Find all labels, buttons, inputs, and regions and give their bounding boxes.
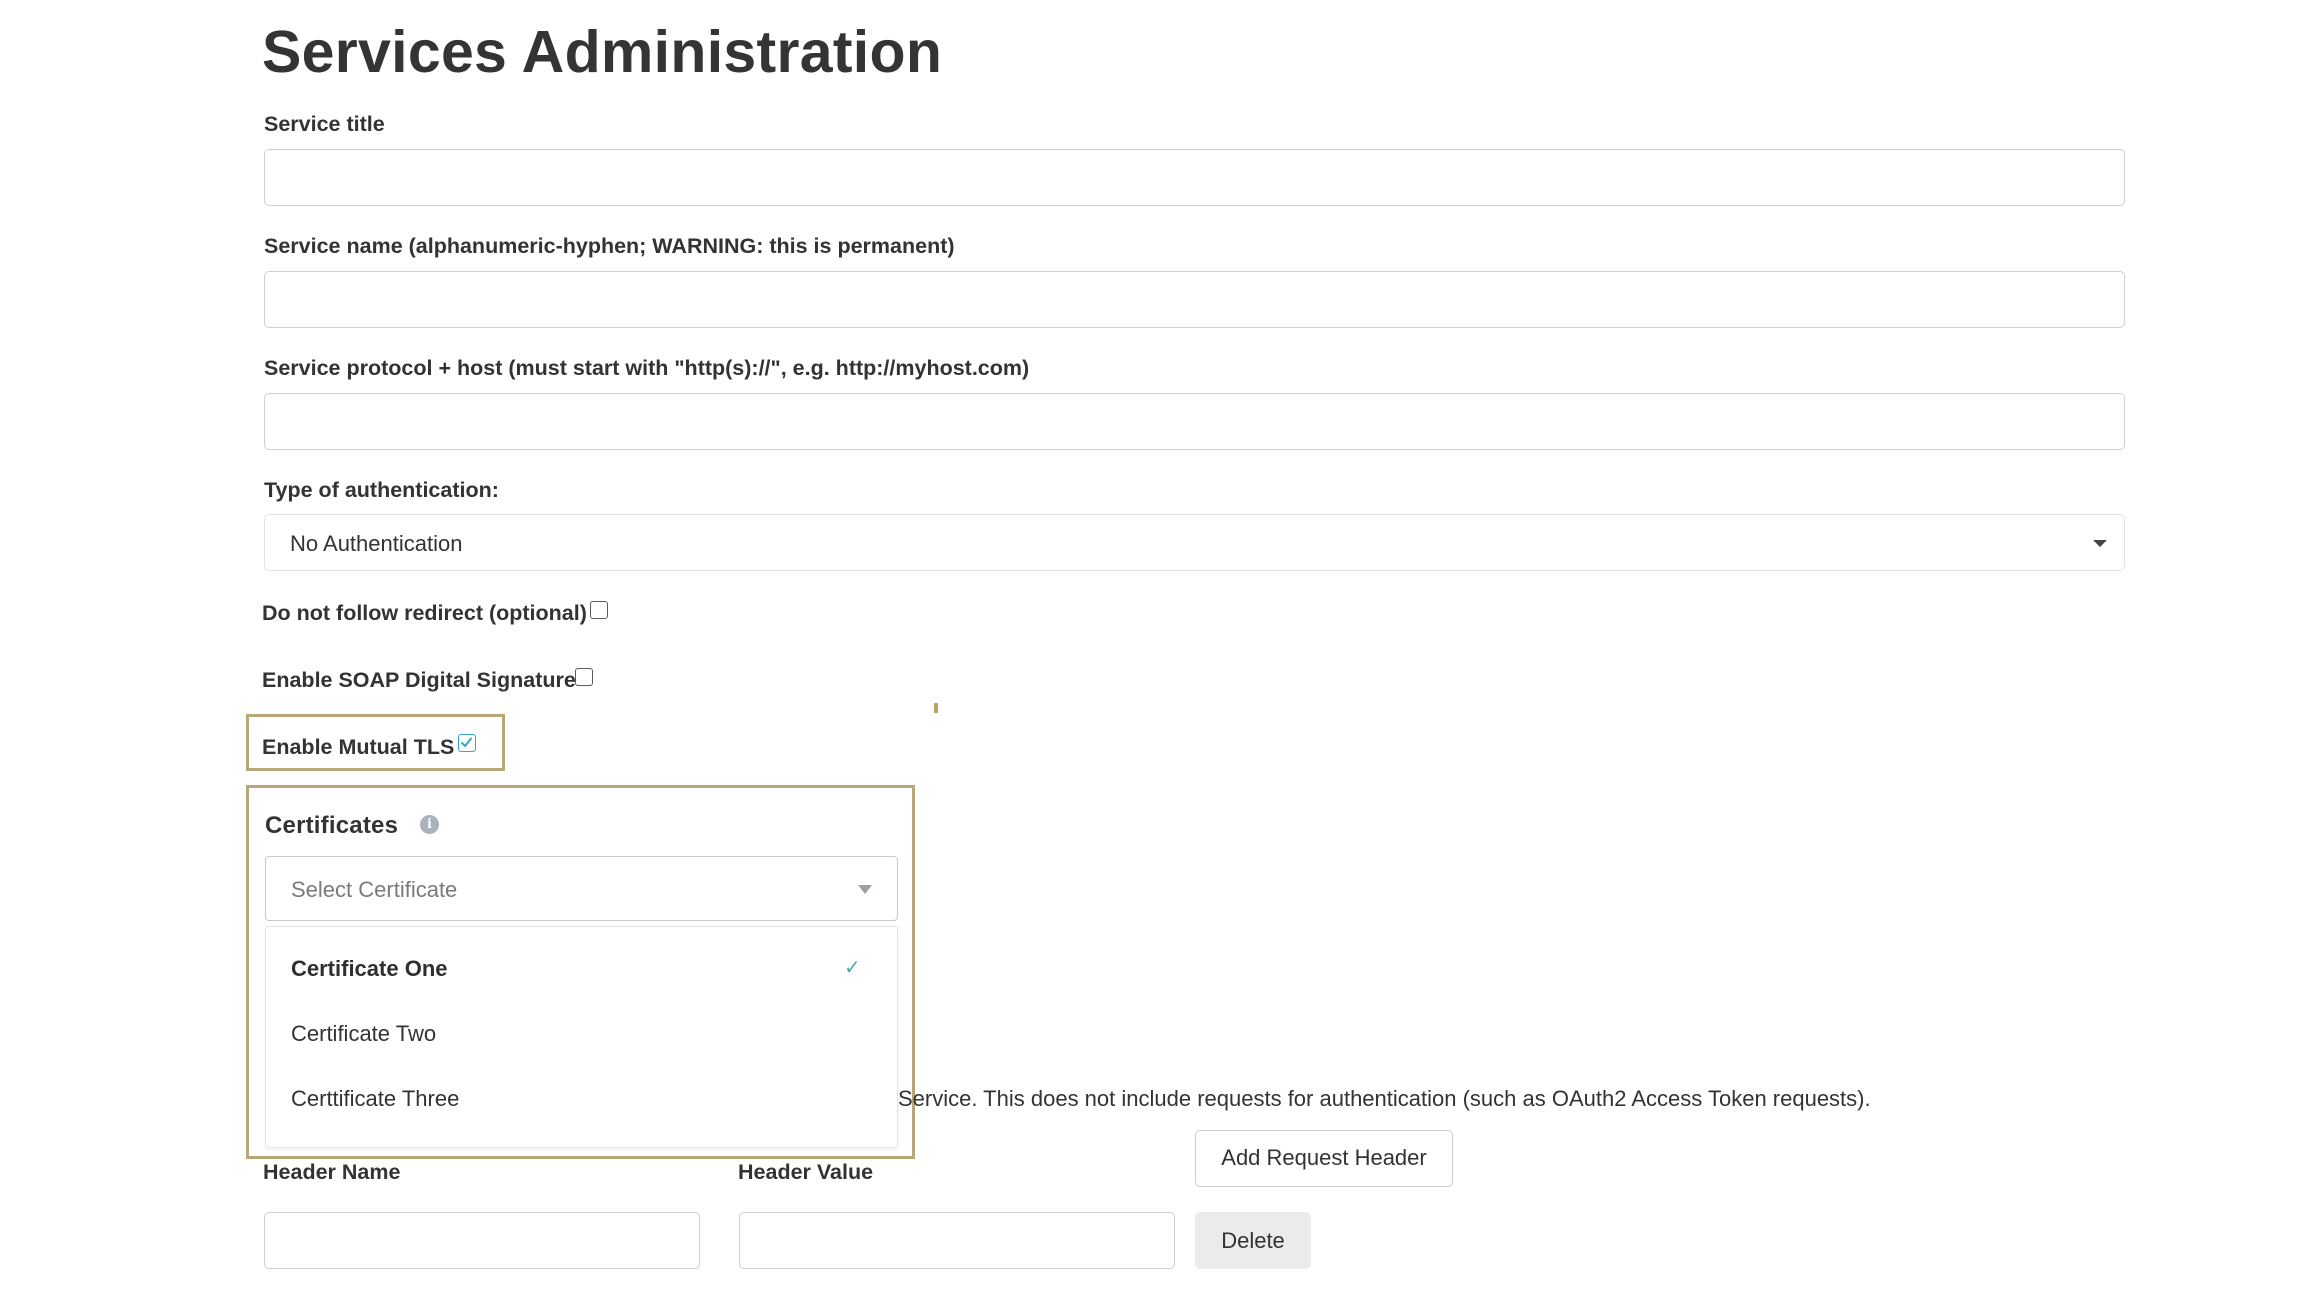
service-title-input[interactable] [264, 149, 2125, 206]
caret-down-icon [2093, 540, 2107, 547]
header-value-input[interactable] [739, 1212, 1175, 1269]
certificate-select-placeholder: Select Certificate [291, 877, 458, 902]
no-redirect-checkbox[interactable] [590, 601, 608, 619]
auth-type-label: Type of authentication: [264, 478, 499, 502]
service-name-label: Service name (alphanumeric-hyphen; WARNI… [264, 234, 955, 258]
chevron-down-icon [858, 885, 872, 894]
header-name-input[interactable] [264, 1212, 700, 1269]
header-name-label: Header Name [263, 1160, 401, 1184]
service-title-label: Service title [264, 112, 385, 136]
service-host-input[interactable] [264, 393, 2125, 450]
certificate-select[interactable]: Select Certificate [265, 856, 898, 921]
auth-type-select[interactable]: No Authentication [264, 514, 2125, 571]
header-value-label: Header Value [738, 1160, 874, 1184]
service-name-input[interactable] [264, 271, 2125, 328]
auth-type-selected-value: No Authentication [290, 531, 463, 556]
certificate-option-2[interactable]: Certificate Two [291, 1021, 436, 1047]
certificate-dropdown-menu: Certificate One ✓ Certificate Two Certti… [265, 926, 898, 1148]
certificate-option-3[interactable]: Certtificate Three [291, 1086, 459, 1112]
mutual-tls-label: Enable Mutual TLS [262, 735, 455, 759]
mutual-tls-checkbox[interactable] [458, 734, 476, 752]
certificate-option-1[interactable]: Certificate One [291, 956, 448, 982]
soap-signature-label: Enable SOAP Digital Signature [262, 668, 576, 692]
delete-header-button[interactable]: Delete [1195, 1212, 1311, 1269]
certificates-title: Certificates [265, 812, 399, 839]
selected-check-icon: ✓ [844, 955, 861, 979]
request-header-description: Service. This does not include requests … [898, 1086, 1871, 1111]
info-icon[interactable]: i [420, 815, 439, 834]
page-title: Services Administration [262, 19, 943, 85]
checkmark-icon [461, 737, 472, 747]
no-redirect-label: Do not follow redirect (optional) [262, 601, 587, 625]
soap-signature-checkbox[interactable] [575, 668, 593, 686]
services-admin-page: Services Administration Service title Se… [0, 0, 2320, 1290]
add-request-header-button[interactable]: Add Request Header [1195, 1130, 1453, 1187]
cursor-mark [934, 703, 938, 713]
service-host-label: Service protocol + host (must start with… [264, 356, 1030, 380]
